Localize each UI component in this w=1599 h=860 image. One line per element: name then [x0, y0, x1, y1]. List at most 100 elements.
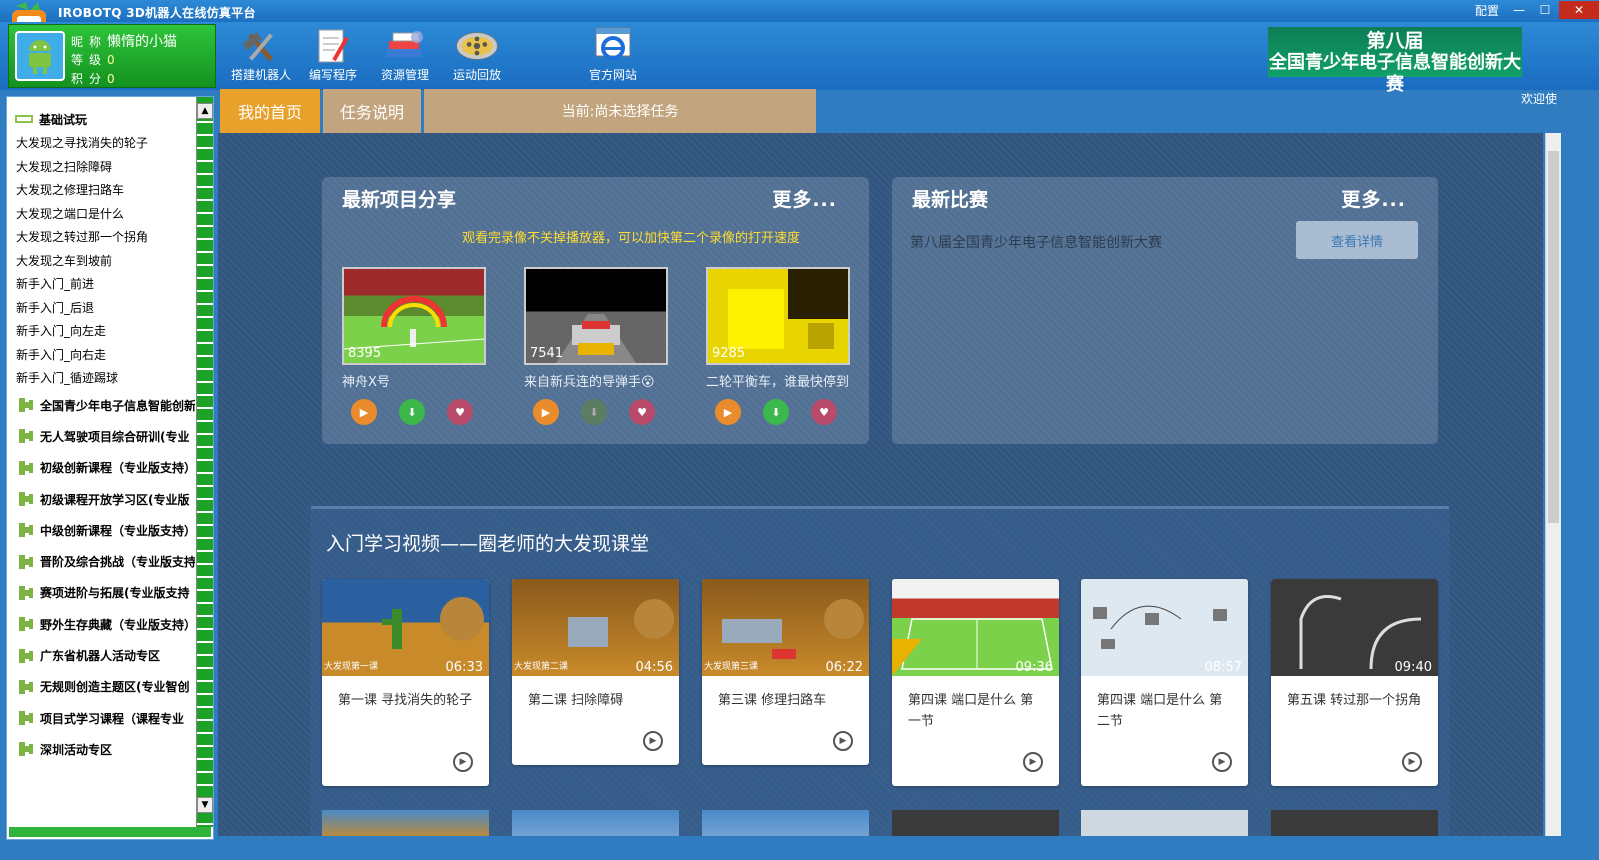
tree-item[interactable]: 新手入门_向左走	[7, 319, 195, 343]
motion-replay-label: 运动回放	[452, 68, 501, 82]
video-tag: 大发现第一课	[324, 662, 379, 672]
competition-more-link[interactable]: 更多...	[1341, 185, 1406, 212]
video-thumbnail[interactable]: 09:40	[1271, 579, 1438, 676]
minimize-button[interactable]: —	[1507, 1, 1531, 19]
video-thumbnail[interactable]: 大发现第二课 04:56	[512, 579, 679, 676]
video-thumbnail[interactable]: 大发现第一课 06:33	[322, 579, 489, 676]
project-name: 神舟X号	[342, 375, 390, 390]
tree-group-label: 晋阶及综合挑战（专业版支持	[40, 555, 195, 570]
competition-name[interactable]: 第八届全国青少年电子信息智能创新大赛	[910, 232, 1162, 252]
tree-item[interactable]: 大发现之扫除障碍	[7, 155, 195, 179]
video-card[interactable]: 大发现第二课 04:56 第二课 扫除障碍 ▶	[512, 579, 679, 765]
video-card-partial[interactable]	[1081, 810, 1248, 836]
play-icon[interactable]: ▶	[351, 399, 377, 425]
tree-item[interactable]: 大发现之车到坡前	[7, 249, 195, 273]
sidebar-scrollbar[interactable]: ▲ ▼	[196, 97, 213, 827]
play-icon[interactable]: ▶	[715, 399, 741, 425]
tree-group[interactable]: 初级创新课程（专业版支持）	[7, 452, 195, 483]
tree-item[interactable]: 新手入门_向右走	[7, 343, 195, 367]
project-thumbnail[interactable]: 8395	[342, 267, 486, 365]
project-thumbnail[interactable]: 9285	[706, 267, 850, 365]
tree-category[interactable]: 基础试玩	[7, 107, 195, 131]
scroll-down-icon[interactable]: ▼	[197, 797, 213, 813]
puzzle-icon	[19, 492, 33, 507]
motion-replay-button[interactable]: 运动回放	[441, 26, 513, 88]
video-thumbnail[interactable]: 08:57	[1081, 579, 1248, 676]
heart-icon[interactable]: ♥	[447, 399, 473, 425]
write-program-button[interactable]: 编写程序	[297, 26, 369, 88]
banner-line1: 第八届	[1366, 30, 1424, 52]
build-robot-button[interactable]: 搭建机器人	[225, 26, 297, 88]
tree-item[interactable]: 新手入门_前进	[7, 272, 195, 296]
project-card[interactable]: 8395 神舟X号	[342, 267, 486, 390]
tree-group-label: 初级创新课程（专业版支持）	[40, 461, 195, 476]
heart-icon[interactable]: ♥	[629, 399, 655, 425]
tree-group[interactable]: 广东省机器人活动专区	[7, 640, 195, 671]
film-reel-icon	[456, 32, 498, 60]
view-details-button[interactable]: 查看详情	[1296, 221, 1418, 259]
close-button[interactable]: ✕	[1559, 1, 1599, 19]
video-card[interactable]: 大发现第一课 06:33 第一课 寻找消失的轮子 ▶	[322, 579, 489, 786]
video-card[interactable]: 大发现第三课 06:22 第三课 修理扫路车 ▶	[702, 579, 869, 765]
video-card[interactable]: 09:36 第四课 端口是什么 第一节 ▶	[892, 579, 1059, 786]
tree-group[interactable]: 无人驾驶项目综合研训(专业	[7, 421, 195, 452]
resource-manage-label: 资源管理	[380, 68, 429, 82]
project-card[interactable]: 7541 来自新兵连的导弹手😮	[524, 267, 668, 390]
tree-group[interactable]: 深圳活动专区	[7, 734, 195, 765]
projects-more-link[interactable]: 更多...	[772, 185, 837, 212]
tree-group[interactable]: 野外生存典藏（专业版支持）	[7, 609, 195, 640]
play-circle-icon[interactable]: ▶	[643, 731, 663, 751]
tab-current-task[interactable]: 当前:尚未选择任务	[424, 89, 816, 133]
tree-group[interactable]: 赛项进阶与拓展(专业版支持	[7, 577, 195, 608]
tree-group[interactable]: 晋阶及综合挑战（专业版支持	[7, 546, 195, 577]
video-card-partial[interactable]	[322, 810, 489, 836]
tab-task-description[interactable]: 任务说明	[323, 89, 421, 133]
scrollbar-thumb[interactable]	[1548, 151, 1559, 523]
config-menu[interactable]: 配置	[1475, 2, 1499, 19]
video-card-partial[interactable]	[892, 810, 1059, 836]
play-circle-icon[interactable]: ▶	[1023, 752, 1043, 772]
heart-icon[interactable]: ♥	[811, 399, 837, 425]
main-scrollbar[interactable]	[1545, 133, 1561, 836]
play-circle-icon[interactable]: ▶	[453, 752, 473, 772]
play-circle-icon[interactable]: ▶	[833, 731, 853, 751]
tree-group[interactable]: 项目式学习课程（课程专业	[7, 702, 195, 733]
official-site-button[interactable]: 官方网站	[577, 26, 649, 88]
project-name: 来自新兵连的导弹手😮	[524, 375, 655, 390]
tree-item[interactable]: 新手入门_后退	[7, 296, 195, 320]
tree-group[interactable]: 全国青少年电子信息智能创新	[7, 390, 195, 421]
sidebar-hscrollbar[interactable]	[9, 827, 211, 837]
video-card-partial[interactable]	[512, 810, 679, 836]
video-card[interactable]: 08:57 第四课 端口是什么 第二节 ▶	[1081, 579, 1248, 786]
project-card[interactable]: 9285 二轮平衡车，谁最快停到	[706, 267, 850, 390]
video-card-partial[interactable]	[702, 810, 869, 836]
tree-group[interactable]: 初级课程开放学习区(专业版	[7, 483, 195, 514]
video-card[interactable]: 09:40 第五课 转过那一个拐角 ▶	[1271, 579, 1438, 786]
tree-group[interactable]: 无规则创造主题区(专业智创	[7, 671, 195, 702]
download-icon[interactable]: ⬇	[763, 399, 789, 425]
video-card-partial[interactable]	[1271, 810, 1438, 836]
download-icon[interactable]: ⬇	[399, 399, 425, 425]
tree-group[interactable]: 中级创新课程（专业版支持）	[7, 515, 195, 546]
video-thumbnail[interactable]: 大发现第三课 06:22	[702, 579, 869, 676]
avatar[interactable]	[15, 31, 65, 81]
project-thumbnail[interactable]: 7541	[524, 267, 668, 365]
tree-item[interactable]: 大发现之修理扫路车	[7, 178, 195, 202]
tab-home[interactable]: 我的首页	[220, 89, 320, 133]
build-robot-label: 搭建机器人	[230, 68, 291, 82]
video-thumbnail[interactable]: 09:36	[892, 579, 1059, 676]
play-icon[interactable]: ▶	[533, 399, 559, 425]
play-circle-icon[interactable]: ▶	[1402, 752, 1422, 772]
download-icon[interactable]: ⬇	[581, 399, 607, 425]
scroll-up-icon[interactable]: ▲	[197, 103, 213, 119]
tree-item[interactable]: 大发现之端口是什么	[7, 202, 195, 226]
resource-manage-button[interactable]: 资源管理	[369, 26, 441, 88]
maximize-button[interactable]: ☐	[1533, 1, 1557, 19]
puzzle-icon	[19, 742, 33, 757]
tree-item[interactable]: 大发现之寻找消失的轮子	[7, 131, 195, 155]
tree-item[interactable]: 新手入门_循迹踢球	[7, 366, 195, 390]
play-circle-icon[interactable]: ▶	[1212, 752, 1232, 772]
competition-banner[interactable]: 第八届 全国青少年电子信息智能创新大赛	[1268, 27, 1522, 95]
tree-item[interactable]: 大发现之转过那一个拐角	[7, 225, 195, 249]
tree-group-label: 深圳活动专区	[40, 742, 113, 757]
